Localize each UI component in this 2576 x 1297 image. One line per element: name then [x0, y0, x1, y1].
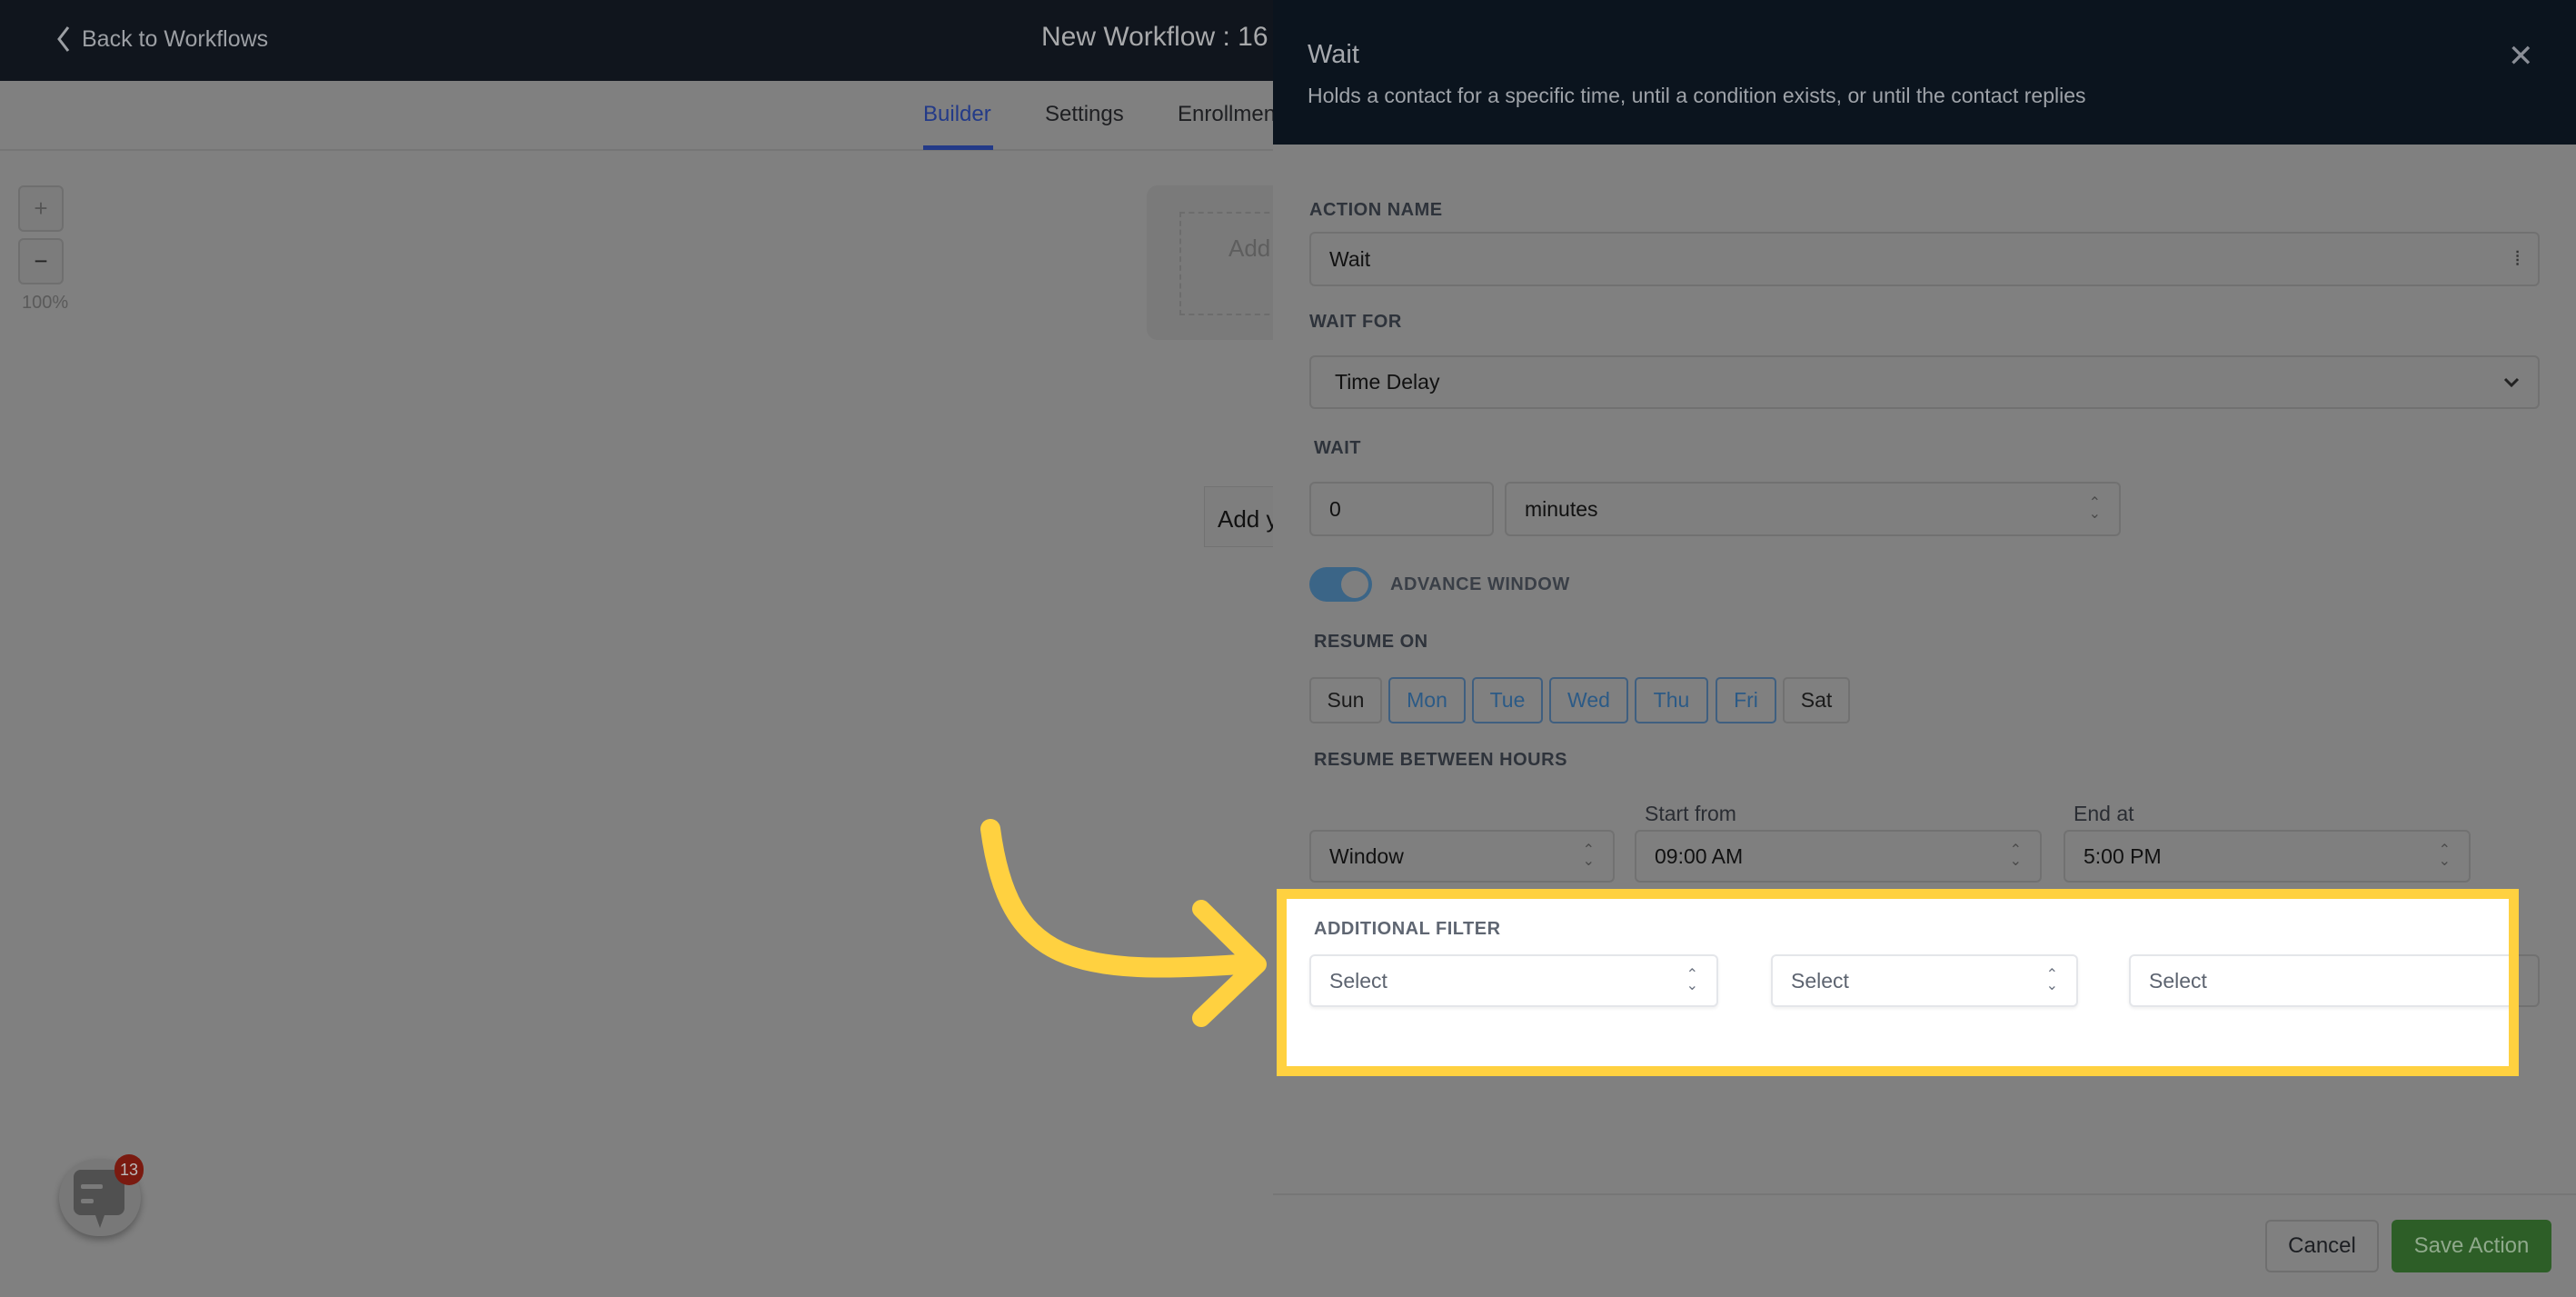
advance-window-toggle[interactable] — [1309, 567, 1372, 602]
additional-filter-label: ADDITIONAL FILTER — [1314, 919, 1501, 939]
annotation-arrow-icon — [980, 819, 1267, 1027]
end-time-value: 5:00 PM — [2084, 843, 2162, 868]
filter-select-1[interactable]: Select ⌃ ⌄ — [1309, 954, 1718, 1007]
resume-between-label: RESUME BETWEEN HOURS — [1314, 750, 1567, 770]
day-wed[interactable]: Wed — [1549, 677, 1628, 723]
filter-select-3-overflow — [2519, 954, 2540, 1007]
window-select[interactable]: Window ⌃ ⌄ — [1309, 830, 1615, 883]
updown-icon: ⌃ ⌄ — [2438, 843, 2451, 869]
window-value: Window — [1329, 843, 1404, 868]
panel-title: Wait — [1308, 40, 1359, 69]
start-time-select[interactable]: 09:00 AM ⌃ ⌄ — [1635, 830, 2042, 883]
panel-subtitle: Holds a contact for a specific time, unt… — [1308, 84, 2086, 107]
start-time-value: 09:00 AM — [1655, 843, 1744, 868]
wait-amount-input[interactable]: 0 — [1309, 482, 1494, 536]
cancel-button[interactable]: Cancel — [2265, 1220, 2379, 1272]
filter-select-2[interactable]: Select ⌃ ⌄ — [1771, 954, 2078, 1007]
wait-amount-value: 0 — [1329, 496, 1341, 521]
wait-unit-value: minutes — [1525, 496, 1598, 521]
resume-on-label: RESUME ON — [1314, 632, 1428, 652]
day-fri[interactable]: Fri — [1716, 677, 1776, 723]
start-from-label: Start from — [1645, 802, 1736, 825]
filter-select-1-value: Select — [1329, 968, 1387, 993]
filter-select-2-value: Select — [1791, 968, 1849, 993]
day-sun[interactable]: Sun — [1309, 677, 1382, 723]
wait-for-select[interactable]: Time Delay — [1309, 355, 2540, 409]
day-sat[interactable]: Sat — [1783, 677, 1850, 723]
action-name-input[interactable]: Wait ⦙ — [1309, 232, 2540, 286]
chevron-down-icon — [2503, 377, 2520, 387]
save-action-button[interactable]: Save Action — [2392, 1220, 2551, 1272]
filter-select-3[interactable]: Select ⌃ ⌄ — [2129, 954, 2519, 1007]
wait-unit-select[interactable]: minutes ⌃ ⌄ — [1505, 482, 2121, 536]
end-time-select[interactable]: 5:00 PM ⌃ ⌄ — [2064, 830, 2471, 883]
wait-label: WAIT — [1314, 438, 1361, 458]
close-icon[interactable]: ✕ — [2508, 38, 2534, 75]
wait-for-label: WAIT FOR — [1309, 312, 1402, 332]
end-at-label: End at — [2074, 802, 2134, 825]
highlight-box: ADDITIONAL FILTER Select ⌃ ⌄ Select ⌃ ⌄ Se… — [1277, 889, 2519, 1076]
day-thu[interactable]: Thu — [1635, 677, 1708, 723]
updown-icon: ⌃ ⌄ — [1582, 843, 1595, 869]
updown-icon: ⌃ ⌄ — [2045, 967, 2058, 993]
updown-icon: ⌃ ⌄ — [2507, 967, 2519, 993]
updown-icon: ⌃ ⌄ — [2088, 495, 2101, 522]
custom-values-icon[interactable]: ⦙ — [2515, 247, 2520, 271]
footer-divider — [1273, 1193, 2576, 1195]
day-tue[interactable]: Tue — [1472, 677, 1543, 723]
advance-window-label: ADVANCE WINDOW — [1390, 574, 1570, 594]
action-name-value: Wait — [1329, 246, 1371, 271]
day-mon[interactable]: Mon — [1388, 677, 1466, 723]
panel-header — [1273, 0, 2576, 145]
wait-for-value: Time Delay — [1335, 370, 1440, 394]
action-name-label: ACTION NAME — [1309, 200, 1443, 220]
updown-icon: ⌃ ⌄ — [1686, 967, 1698, 993]
wait-action-panel — [1273, 0, 2576, 1297]
updown-icon: ⌃ ⌄ — [2009, 843, 2022, 869]
filter-select-3-value: Select — [2149, 968, 2207, 993]
